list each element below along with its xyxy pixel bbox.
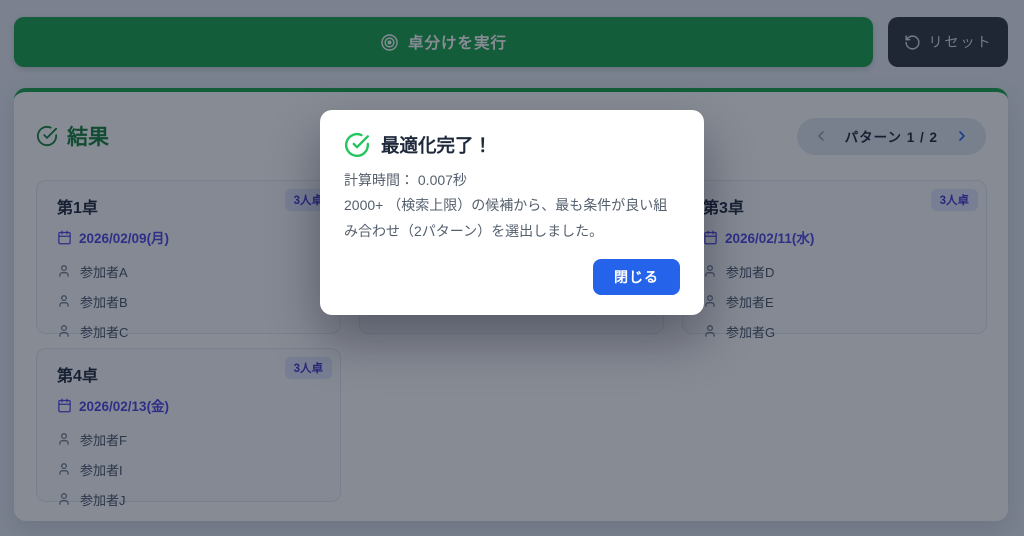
close-modal-button[interactable]: 閉じる — [593, 259, 680, 295]
modal-calc-time: 計算時間： 0.007秒 — [344, 169, 680, 191]
modal-footer: 閉じる — [344, 259, 680, 295]
modal-title: 最適化完了！ — [381, 132, 492, 158]
modal-header: 最適化完了！ — [344, 132, 680, 158]
check-circle-icon — [344, 132, 370, 158]
optimization-complete-modal: 最適化完了！ 計算時間： 0.007秒 2000+ （検索上限）の候補から、最も… — [320, 110, 704, 315]
modal-detail: 2000+ （検索上限）の候補から、最も条件が良い組み合わせ（2パターン）を選出… — [344, 193, 680, 243]
app-root: 卓分けを実行 リセット 結果 — [0, 0, 1024, 536]
